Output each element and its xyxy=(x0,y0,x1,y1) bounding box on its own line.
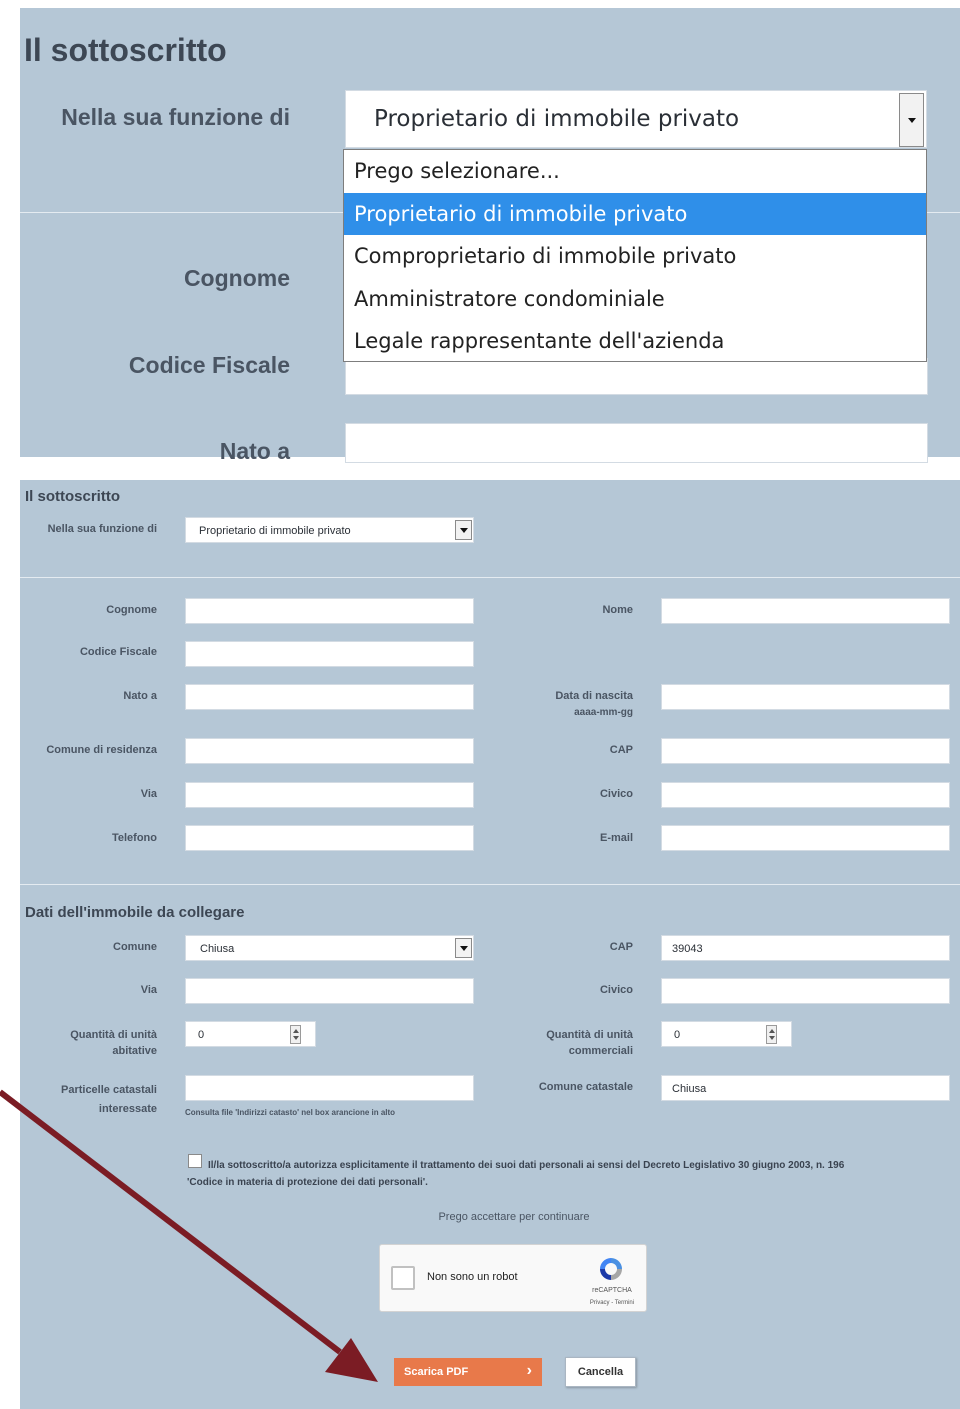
unita-abitative-value: 0 xyxy=(198,1029,205,1041)
annotation-arrow-icon xyxy=(0,1089,378,1382)
chevron-down-icon[interactable] xyxy=(455,520,472,540)
codice-fiscale-input[interactable] xyxy=(345,358,928,395)
dropdown-option[interactable]: Comproprietario di immobile privato xyxy=(344,235,926,278)
cap-label: CAP xyxy=(609,744,633,756)
comune-label: Comune xyxy=(113,941,157,953)
nome-input[interactable] xyxy=(661,598,950,624)
unita-commerciali-stepper[interactable]: 0 xyxy=(661,1021,792,1047)
chevron-right-icon: › xyxy=(526,1362,532,1379)
chevron-down-icon[interactable] xyxy=(899,93,924,147)
via-input[interactable] xyxy=(185,782,474,808)
unita-commerciali-label: Quantità di unità commerciali xyxy=(546,1029,633,1057)
data-nascita-hint: aaaa-mm-gg xyxy=(574,707,633,718)
zoomed-panel: Il sottoscritto Nella sua funzione di Pr… xyxy=(20,8,960,464)
telefono-label: Telefono xyxy=(111,832,157,844)
spinner-icon[interactable] xyxy=(766,1025,777,1044)
property-cap-input[interactable]: 39043 xyxy=(661,935,950,961)
comune-residenza-input[interactable] xyxy=(185,738,474,764)
codice-fiscale-label: Codice Fiscale xyxy=(79,646,157,658)
codice-fiscale-input[interactable] xyxy=(185,641,474,667)
nato-input[interactable] xyxy=(185,684,474,710)
cap-input[interactable] xyxy=(661,738,950,764)
role-select-value: Proprietario di immobile privato xyxy=(199,525,351,537)
comune-catastale-value: Chiusa xyxy=(672,1083,707,1095)
cognome-label: Cognome xyxy=(183,265,290,291)
chevron-down-icon[interactable] xyxy=(455,938,472,958)
comune-select[interactable]: Chiusa xyxy=(185,935,474,961)
civico-input[interactable] xyxy=(661,782,950,808)
spinner-icon[interactable] xyxy=(290,1025,301,1044)
comune-catastale-input[interactable]: Chiusa xyxy=(661,1075,950,1101)
property-via-label: Via xyxy=(140,984,157,996)
dropdown-option[interactable]: Legale rappresentante dell'azienda xyxy=(344,320,926,363)
codice-fiscale-label: Codice Fiscale xyxy=(128,352,290,378)
nato-label: Nato a xyxy=(219,438,290,464)
comune-residenza-label: Comune di residenza xyxy=(46,744,157,756)
recaptcha-brand: reCAPTCHA xyxy=(592,1287,632,1294)
cancel-button[interactable]: Cancella xyxy=(565,1357,636,1387)
recaptcha-logo-icon xyxy=(600,1258,622,1280)
via-label: Via xyxy=(140,788,157,800)
data-nascita-input[interactable] xyxy=(661,684,950,710)
divider xyxy=(20,577,960,578)
cancel-label: Cancella xyxy=(577,1366,624,1378)
property-cap-label: CAP xyxy=(609,941,633,953)
section-title: Il sottoscritto xyxy=(25,488,121,505)
cognome-input[interactable] xyxy=(185,598,474,624)
property-via-input[interactable] xyxy=(185,978,474,1004)
role-label: Nella sua funzione di xyxy=(61,104,290,130)
property-civico-label: Civico xyxy=(599,984,633,996)
nome-label: Nome xyxy=(602,604,633,616)
dropdown-option-selected[interactable]: Proprietario di immobile privato xyxy=(344,192,926,235)
unita-commerciali-value: 0 xyxy=(674,1029,681,1041)
role-select-value: Proprietario di immobile privato xyxy=(374,106,740,132)
unita-abitative-label: Quantità di unità abitative xyxy=(70,1029,157,1057)
comune-select-value: Chiusa xyxy=(200,943,235,955)
dropdown-option[interactable]: Amministratore condominiale xyxy=(344,278,926,321)
property-cap-value: 39043 xyxy=(672,943,703,955)
telefono-input[interactable] xyxy=(185,825,474,851)
recaptcha-links[interactable]: Privacy - Termini xyxy=(575,1300,649,1306)
comune-catastale-label: Comune catastale xyxy=(538,1081,633,1093)
dropdown-option[interactable]: Prego selezionare... xyxy=(344,150,926,193)
nato-label: Nato a xyxy=(123,690,157,702)
role-select[interactable]: Proprietario di immobile privato xyxy=(185,517,474,543)
role-dropdown-list: Prego selezionare... Proprietario di imm… xyxy=(343,149,927,362)
divider xyxy=(20,884,960,885)
property-civico-input[interactable] xyxy=(661,978,950,1004)
property-section-title: Dati dell'immobile da collegare xyxy=(25,904,245,921)
unita-abitative-stepper[interactable]: 0 xyxy=(185,1021,316,1047)
email-input[interactable] xyxy=(661,825,950,851)
nato-input[interactable] xyxy=(345,423,928,463)
role-label: Nella sua funzione di xyxy=(47,523,157,535)
section-title: Il sottoscritto xyxy=(24,32,227,68)
role-select[interactable]: Proprietario di immobile privato xyxy=(345,90,927,148)
recaptcha-label: Non sono un robot xyxy=(427,1271,518,1283)
email-label: E-mail xyxy=(599,832,633,844)
data-nascita-label: Data di nascita xyxy=(555,690,633,702)
cognome-label: Cognome xyxy=(106,604,157,616)
civico-label: Civico xyxy=(599,788,633,800)
